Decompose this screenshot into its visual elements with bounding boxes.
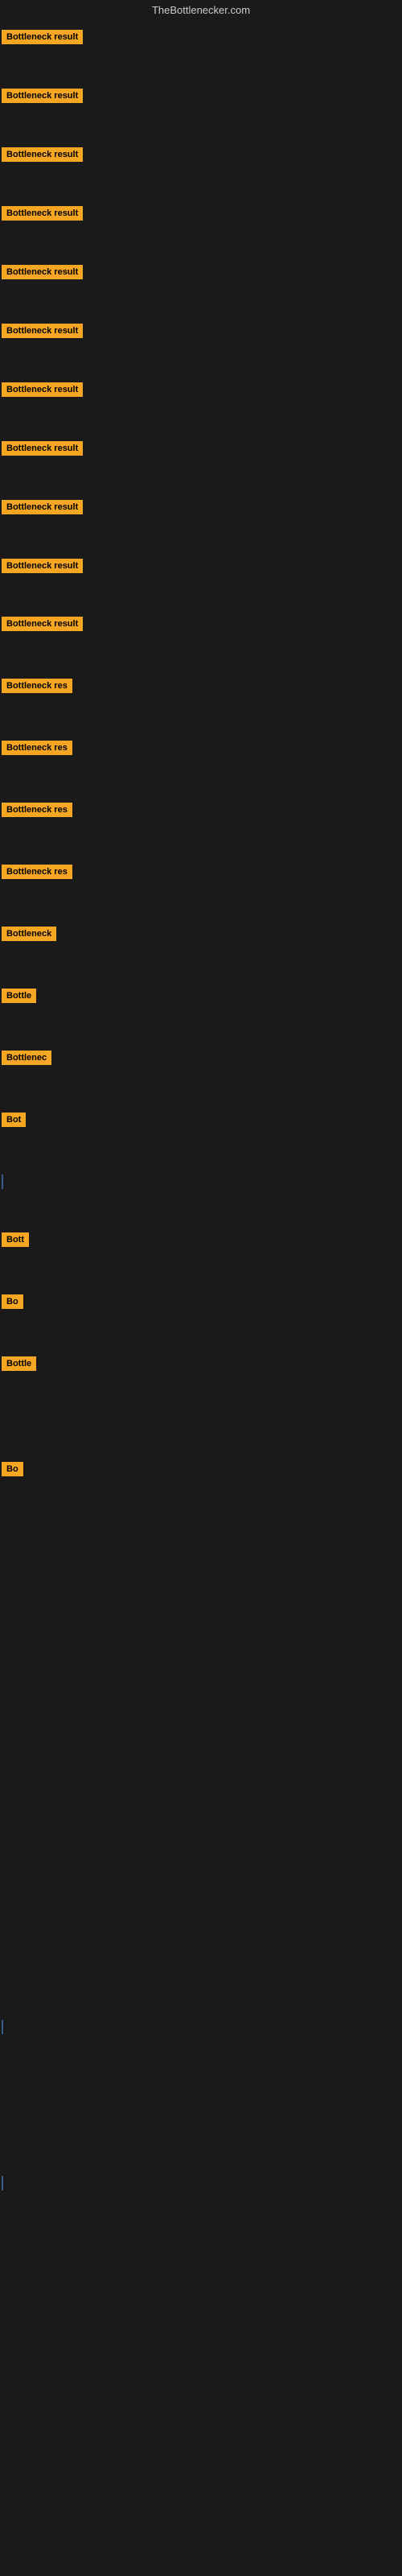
bottleneck-badge-1: Bottleneck result — [2, 30, 83, 44]
bottleneck-badge-22: Bo — [2, 1294, 23, 1309]
bottleneck-badge-10: Bottleneck result — [2, 559, 83, 573]
result-row-29 — [0, 1730, 402, 1801]
result-row-28 — [0, 1659, 402, 1730]
bottleneck-badge-17: Bottle — [2, 989, 36, 1003]
result-row-12: Bottleneck res — [0, 672, 402, 734]
result-row-14: Bottleneck res — [0, 796, 402, 858]
bottleneck-badge-16: Bottleneck — [2, 927, 56, 941]
result-row-17: Bottle — [0, 982, 402, 1044]
bottleneck-badge-13: Bottleneck res — [2, 741, 72, 755]
bottleneck-badge-7: Bottleneck result — [2, 382, 83, 397]
result-row-36 — [0, 2169, 402, 2255]
vertical-line-36 — [2, 2176, 3, 2190]
result-row-6: Bottleneck result — [0, 316, 402, 375]
bottleneck-badge-2: Bottleneck result — [2, 89, 83, 103]
bottleneck-badge-6: Bottleneck result — [2, 324, 83, 338]
result-row-20 — [0, 1168, 402, 1226]
bottleneck-badge-25: Bo — [2, 1462, 23, 1476]
result-row-1: Bottleneck result — [0, 23, 402, 81]
bottleneck-badge-5: Bottleneck result — [2, 265, 83, 279]
result-row-24 — [0, 1412, 402, 1455]
bottleneck-badge-3: Bottleneck result — [2, 147, 83, 162]
result-row-16: Bottleneck — [0, 920, 402, 982]
result-row-2: Bottleneck result — [0, 81, 402, 140]
result-row-25: Bo — [0, 1455, 402, 1517]
bottleneck-badge-8: Bottleneck result — [2, 441, 83, 456]
result-row-19: Bot — [0, 1106, 402, 1168]
bottleneck-badge-11: Bottleneck result — [2, 617, 83, 631]
result-row-4: Bottleneck result — [0, 199, 402, 258]
result-row-35 — [0, 2099, 402, 2169]
result-row-7: Bottleneck result — [0, 375, 402, 434]
result-row-13: Bottleneck res — [0, 734, 402, 796]
bottleneck-badge-14: Bottleneck res — [2, 803, 72, 817]
result-row-11: Bottleneck result — [0, 610, 402, 672]
result-row-15: Bottleneck res — [0, 858, 402, 920]
result-row-27 — [0, 1588, 402, 1659]
result-row-30 — [0, 1801, 402, 1872]
bottleneck-badge-19: Bot — [2, 1113, 26, 1127]
result-row-34 — [0, 2013, 402, 2099]
result-row-3: Bottleneck result — [0, 140, 402, 199]
vertical-line-34 — [2, 2020, 3, 2034]
vertical-line-20 — [2, 1174, 3, 1189]
result-row-9: Bottleneck result — [0, 493, 402, 551]
bottleneck-badge-4: Bottleneck result — [2, 206, 83, 221]
result-row-26 — [0, 1517, 402, 1588]
result-row-32 — [0, 1942, 402, 2013]
result-row-10: Bottleneck result — [0, 551, 402, 610]
bottleneck-badge-21: Bott — [2, 1232, 29, 1247]
result-row-8: Bottleneck result — [0, 434, 402, 493]
result-row-18: Bottlenec — [0, 1044, 402, 1106]
bottleneck-badge-15: Bottleneck res — [2, 865, 72, 879]
result-row-5: Bottleneck result — [0, 258, 402, 316]
site-title: TheBottlenecker.com — [0, 0, 402, 23]
bottleneck-badge-9: Bottleneck result — [2, 500, 83, 514]
result-row-21: Bott — [0, 1226, 402, 1288]
result-row-31 — [0, 1872, 402, 1942]
result-row-23: Bottle — [0, 1350, 402, 1412]
bottleneck-badge-23: Bottle — [2, 1356, 36, 1371]
result-row-22: Bo — [0, 1288, 402, 1350]
bottleneck-badge-12: Bottleneck res — [2, 679, 72, 693]
bottleneck-badge-18: Bottlenec — [2, 1051, 51, 1065]
